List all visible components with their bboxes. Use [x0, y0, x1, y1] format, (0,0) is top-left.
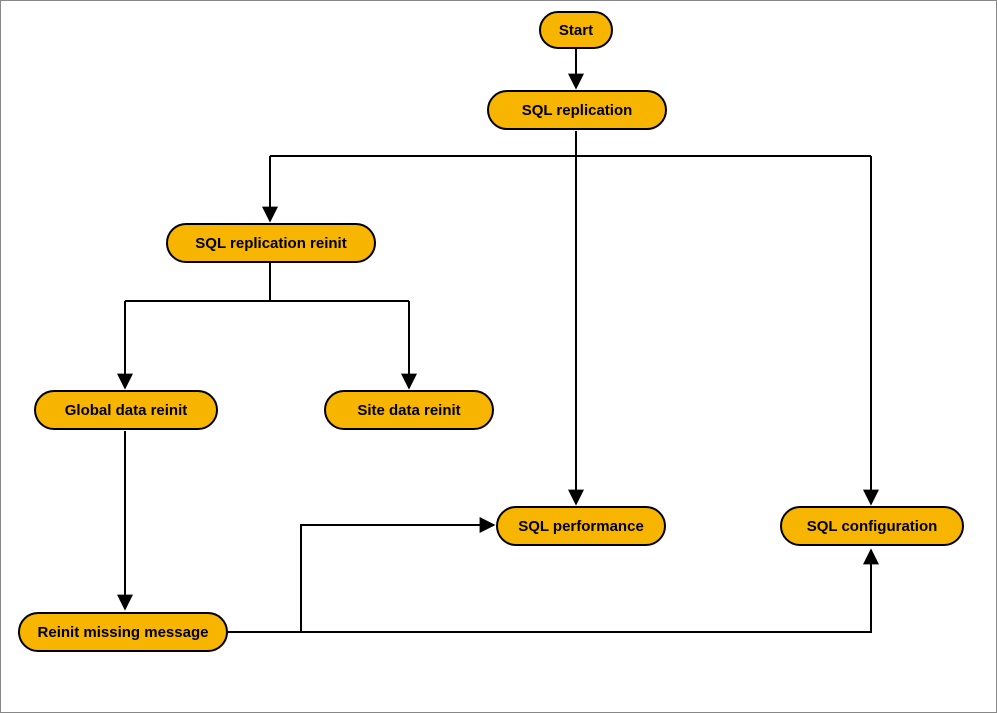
node-sql-replication-reinit: SQL replication reinit: [166, 223, 376, 263]
node-sql-performance: SQL performance: [496, 506, 666, 546]
node-reinit-missing-message: Reinit missing message: [18, 612, 228, 652]
node-sql-configuration: SQL configuration: [780, 506, 964, 546]
node-sql-replication: SQL replication: [487, 90, 667, 130]
node-site-data-reinit: Site data reinit: [324, 390, 494, 430]
edge-missing-to-config: [228, 550, 871, 632]
node-start: Start: [539, 11, 613, 49]
node-global-data-reinit: Global data reinit: [34, 390, 218, 430]
flowchart-canvas: Start SQL replication SQL replication re…: [0, 0, 997, 713]
edge-missing-to-perf: [228, 525, 494, 632]
